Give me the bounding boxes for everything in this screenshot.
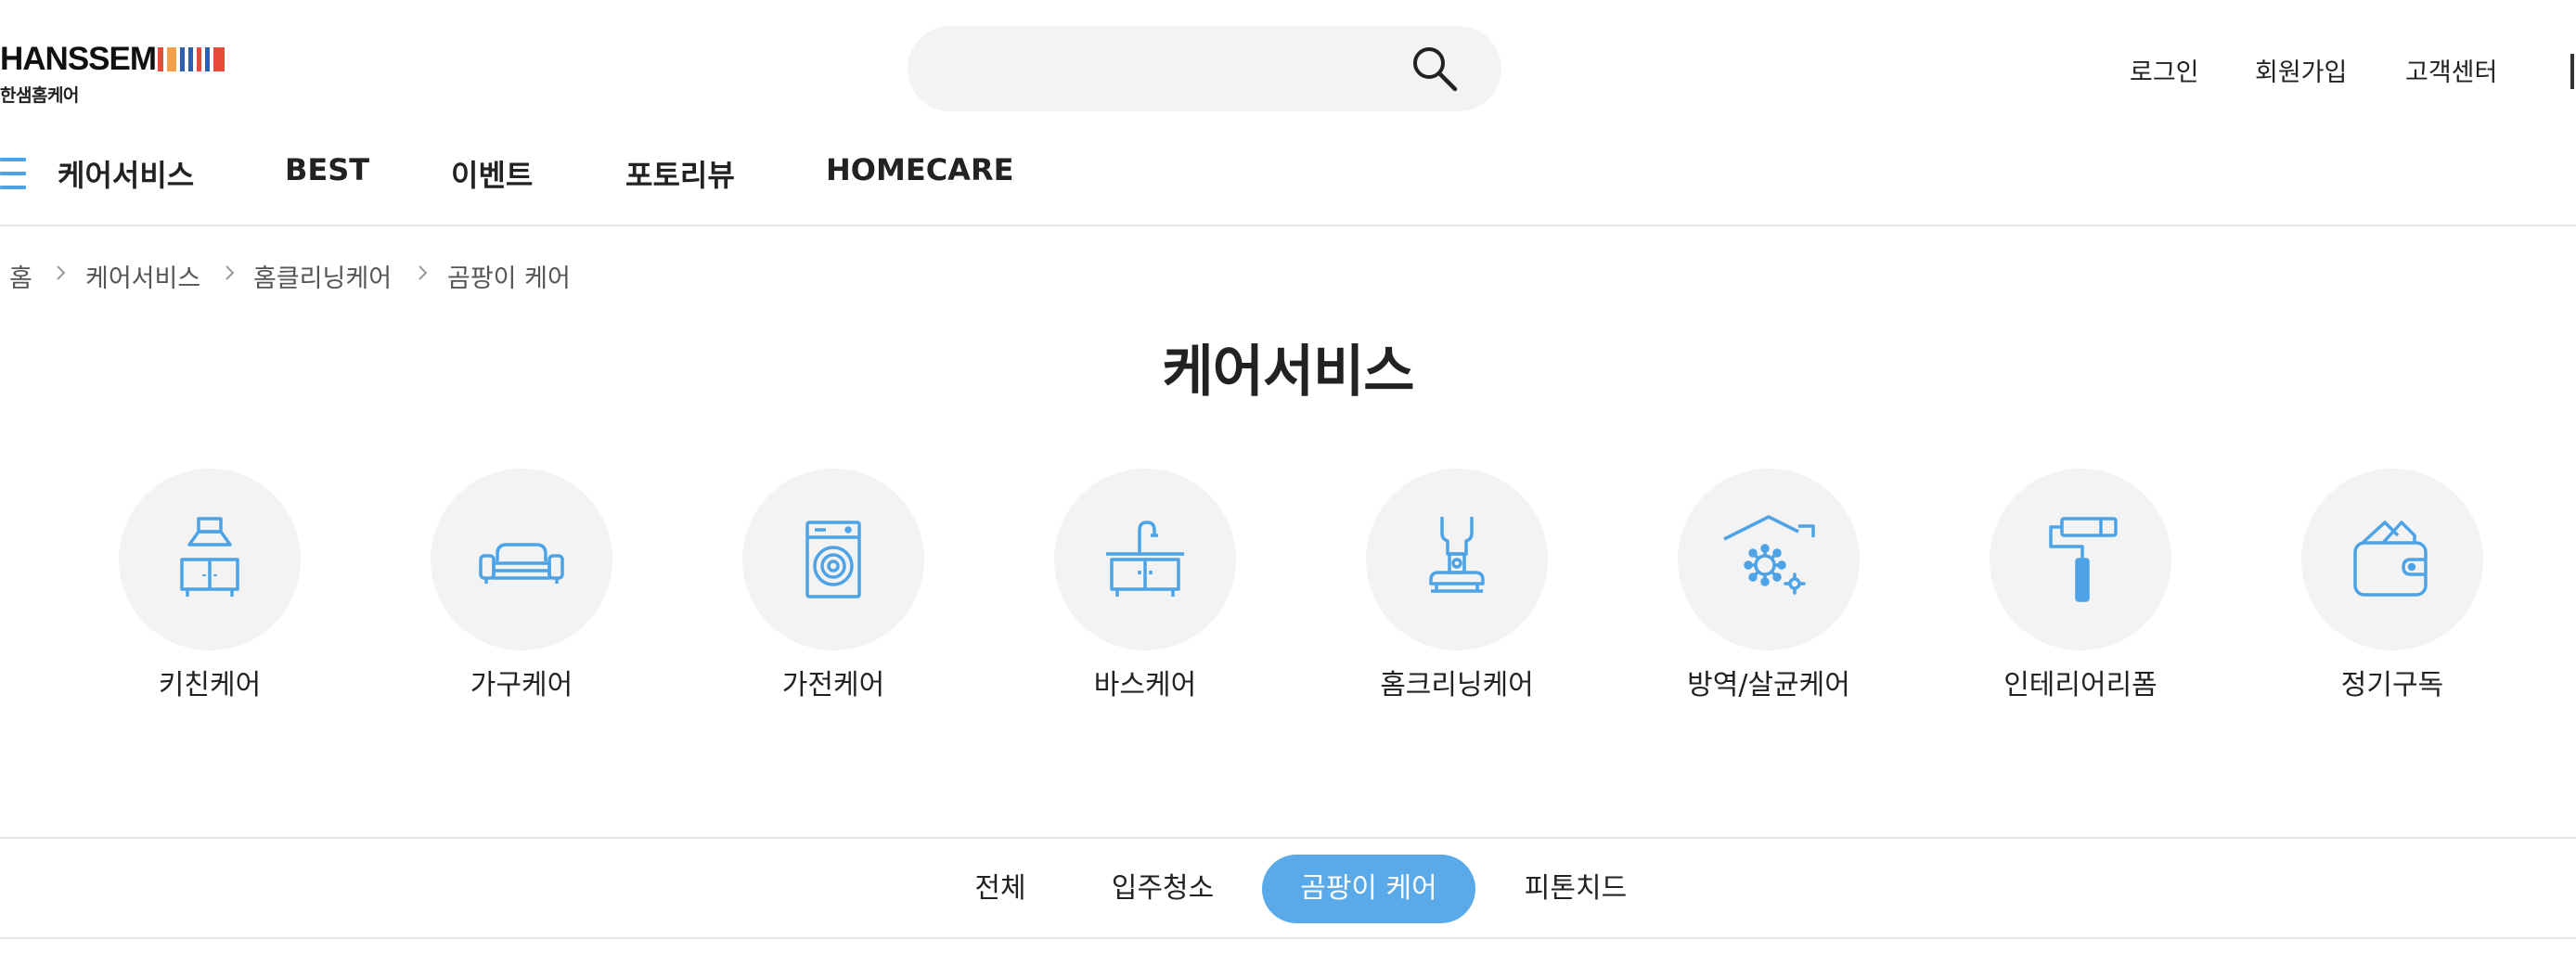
- logo-stripe: [188, 47, 194, 71]
- search-icon: [1413, 47, 1458, 92]
- search-input[interactable]: [941, 46, 1386, 91]
- category-label: 바스케어: [1093, 669, 1197, 701]
- breadcrumb-mold-care[interactable]: 곰팡이 케어: [447, 258, 571, 294]
- category-circle: [742, 469, 924, 650]
- category-kitchen-care[interactable]: 키친케어: [98, 469, 321, 710]
- filter-tabs: 전체 입주청소 곰팡이 케어 피톤치드: [0, 837, 2576, 939]
- logo-stripe: [167, 47, 177, 71]
- category-circle: [431, 469, 612, 650]
- house-virus-icon: [1723, 515, 1815, 595]
- category-disinfection-care[interactable]: 방역/살균케어: [1657, 469, 1880, 710]
- signup-link[interactable]: 회원가입: [2255, 52, 2347, 88]
- nav-item-homecare[interactable]: HOMECARE: [826, 152, 1013, 187]
- category-interior-reform[interactable]: 인테리어리폼: [1969, 469, 2192, 710]
- category-label: 홈크리닝케어: [1380, 669, 1534, 701]
- category-label: 가전케어: [781, 669, 885, 701]
- category-appliance-care[interactable]: 가전케어: [722, 469, 945, 710]
- main-nav: 케어서비스 BEST 이벤트 포토리뷰 HOMECARE: [0, 130, 2576, 226]
- page-title: 케어서비스: [1162, 340, 1415, 405]
- logo-stripe: [158, 47, 164, 71]
- header: HANSSEM 한샘홈케어 로그인 회원가입 고객센터: [0, 0, 2576, 130]
- tab-mold-care[interactable]: 곰팡이 케어: [1262, 855, 1475, 923]
- brand-logo[interactable]: HANSSEM 한샘홈케어: [0, 41, 278, 108]
- tab-move-in-cleaning[interactable]: 입주청소: [1099, 855, 1227, 923]
- menu-icon[interactable]: [0, 158, 26, 189]
- category-label: 정기구독: [2340, 669, 2444, 701]
- logo-stripe: [197, 47, 202, 71]
- tab-phytoncide[interactable]: 피톤치드: [1511, 855, 1641, 923]
- nav-item-event[interactable]: 이벤트: [451, 152, 533, 195]
- wallet-icon: [2353, 521, 2428, 597]
- category-circle: [1366, 469, 1548, 650]
- paint-roller-icon: [2049, 517, 2118, 602]
- breadcrumb-home[interactable]: 홈: [9, 258, 32, 294]
- nav-item-best[interactable]: BEST: [285, 152, 369, 187]
- bath-sink-icon: [1106, 521, 1184, 597]
- category-circle: [1990, 469, 2171, 650]
- page: HANSSEM 한샘홈케어 로그인 회원가입 고객센터 케어서비스 BEST 이: [0, 0, 2576, 965]
- nav-item-photo-review[interactable]: 포토리뷰: [625, 152, 735, 195]
- logo-stripe: [205, 47, 211, 71]
- logo-stripes: [158, 46, 228, 72]
- logo-wordmark: HANSSEM: [0, 41, 278, 78]
- category-label: 키친케어: [158, 669, 262, 701]
- category-bath-care[interactable]: 바스케어: [1034, 469, 1256, 710]
- logo-subtitle: 한샘홈케어: [0, 85, 79, 106]
- category-circle: [1054, 469, 1236, 650]
- logo-text: HANSSEM: [0, 41, 157, 77]
- search-button[interactable]: [1409, 43, 1461, 95]
- category-home-cleaning-care[interactable]: 홈크리닝케어: [1346, 469, 1568, 710]
- chevron-right-icon: [419, 265, 428, 280]
- vacuum-cleaner-icon: [1429, 517, 1485, 593]
- category-subscription[interactable]: 정기구독: [2281, 469, 2504, 710]
- cart-icon-partial[interactable]: [2570, 54, 2574, 89]
- category-circle: [2301, 469, 2483, 650]
- logo-stripe: [180, 47, 186, 71]
- category-circle: [1678, 469, 1860, 650]
- chevron-right-icon: [57, 265, 66, 280]
- login-link[interactable]: 로그인: [2130, 52, 2199, 88]
- category-circle: [119, 469, 301, 650]
- customer-center-link[interactable]: 고객센터: [2405, 52, 2497, 88]
- washing-machine-icon: [805, 521, 861, 598]
- kitchen-hood-icon: [180, 517, 239, 597]
- category-label: 가구케어: [470, 669, 573, 701]
- category-label: 방역/살균케어: [1687, 669, 1850, 701]
- logo-stripe: [213, 47, 225, 71]
- breadcrumb-home-cleaning[interactable]: 홈클리닝케어: [253, 258, 392, 294]
- nav-item-care-service[interactable]: 케어서비스: [58, 152, 194, 195]
- sofa-icon: [479, 543, 564, 584]
- tab-all[interactable]: 전체: [954, 855, 1047, 923]
- chevron-right-icon: [225, 265, 235, 280]
- category-furniture-care[interactable]: 가구케어: [410, 469, 633, 710]
- category-label: 인테리어리폼: [2003, 669, 2157, 701]
- breadcrumb-care-service[interactable]: 케어서비스: [85, 258, 200, 294]
